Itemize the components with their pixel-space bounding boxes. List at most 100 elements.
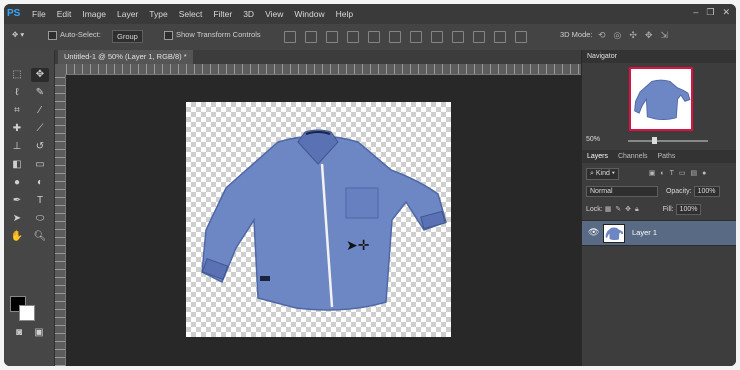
scale-3d-icon[interactable]: ⇲ [661,30,669,41]
menu-select[interactable]: Select [179,9,203,19]
document-canvas[interactable] [186,102,451,337]
orbit-3d-icon[interactable]: ⟲ [598,30,606,41]
align-vcenter-icon[interactable] [305,31,317,43]
checkbox-box[interactable] [164,30,173,40]
menu-items: File Edit Image Layer Type Select Filter… [32,9,353,19]
navigator-panel-tab[interactable]: Navigator [582,50,736,63]
menu-3d[interactable]: 3D [243,9,254,19]
filter-row: ⌕ Kind ▾ ▣◐T▭▤● [586,168,711,180]
filter-icons[interactable]: ▣◐T▭▤● [649,170,712,177]
align-top-icon[interactable] [284,31,296,43]
healing-brush-icon[interactable]: ✚ [8,122,26,136]
shirt-image [201,129,447,311]
options-bar: ✥ ▾ Auto-Select: Group Show Transform Co… [4,24,736,51]
opacity-input[interactable]: 100% [693,186,720,197]
align-hcenter-icon[interactable] [368,31,380,43]
tab-paths[interactable]: Paths [658,153,676,160]
canvas-workspace[interactable]: ➤✛ [66,75,581,366]
slider-thumb[interactable] [652,137,657,144]
background-color-swatch[interactable] [19,305,35,321]
opacity-label: Opacity: [665,188,692,195]
type-icon[interactable]: T [31,194,49,208]
menu-view[interactable]: View [265,9,283,19]
eraser-icon[interactable]: ◧ [8,158,26,172]
menu-image[interactable]: Image [82,9,106,19]
navigator-preview-image [634,79,691,120]
path-select-icon[interactable]: ➤ [8,212,26,226]
document-tab[interactable]: Untitled-1 @ 50% (Layer 1, RGB/8) * [58,50,193,64]
pan-3d-icon[interactable]: ✣ [629,30,637,41]
auto-select-checkbox[interactable]: Auto-Select: [48,30,101,40]
layer-thumbnail [603,224,625,243]
quick-mask-icon[interactable]: ◙ [10,326,28,340]
shape-icon[interactable]: ⬭ [31,212,49,226]
lock-row: Lock: ▦✎✥🔒︎ Fill: 100% [586,204,702,215]
align-bottom-icon[interactable] [326,31,338,43]
menu-window[interactable]: Window [294,9,324,19]
window-controls: – ❐ ✕ [693,7,730,18]
menu-edit[interactable]: Edit [57,9,72,19]
hand-icon[interactable]: ✋ [8,230,26,244]
blur-icon[interactable]: ● [8,176,26,190]
pen-icon[interactable]: ✒ [8,194,26,208]
menu-filter[interactable]: Filter [213,9,232,19]
app-logo: PS [7,8,21,19]
layer-thumbnail-image [605,227,624,241]
show-transform-checkbox[interactable]: Show Transform Controls [164,30,261,40]
eye-icon[interactable]: 👁︎ [588,227,599,238]
distribute-hcenter-icon[interactable] [494,31,506,43]
move-tool-preset-icon[interactable]: ✥ ▾ [12,30,24,39]
restore-icon[interactable]: ❐ [706,7,714,18]
fill-input[interactable]: 100% [675,204,702,215]
distribute-bottom-icon[interactable] [452,31,464,43]
screen-mode-icon[interactable]: ▣ [30,326,48,340]
lock-icons[interactable]: ▦✎✥🔒︎ [605,206,643,213]
close-icon[interactable]: ✕ [722,7,730,18]
right-panel-dock: Navigator 50% Layers Channels Paths ⌕ Ki… [581,50,736,366]
clone-stamp-icon[interactable]: ⊥ [8,140,26,154]
history-brush-icon[interactable]: ↺ [31,140,49,154]
auto-select-value[interactable]: Group [112,30,143,43]
zoom-icon[interactable]: 🔍︎ [31,230,49,244]
distribute-left-icon[interactable] [473,31,485,43]
layer-row[interactable]: 👁︎ Layer 1 [582,220,736,246]
move-cursor-icon: ➤✛ [346,237,370,253]
distribute-top-icon[interactable] [410,31,422,43]
eyedropper-icon[interactable]: ⁄ [31,104,49,118]
tool-grid: ⬚ ✥ ℓ ✎ ⌗ ⁄ ✚ ⟋ ⊥ ↺ ◧ ▭ ● ◐ ✒ T ➤ ⬭ ✋ 🔍︎ [8,68,51,244]
distribute-right-icon[interactable] [515,31,527,43]
menu-file[interactable]: File [32,9,46,19]
align-right-icon[interactable] [389,31,401,43]
align-buttons [284,31,527,43]
minimize-icon[interactable]: – [693,7,698,18]
mode-3d-label: 3D Mode: [560,30,593,39]
quick-select-icon[interactable]: ✎ [31,86,49,100]
tab-channels[interactable]: Channels [618,153,648,160]
navigator-zoom-slider[interactable] [628,137,708,144]
align-left-icon[interactable] [347,31,359,43]
menu-help[interactable]: Help [336,9,353,19]
navigator-thumbnail[interactable] [630,68,692,130]
menu-type[interactable]: Type [149,9,167,19]
move-icon[interactable]: ✥ [31,68,49,82]
blend-mode-dropdown[interactable]: Normal [586,186,658,197]
distribute-vcenter-icon[interactable] [431,31,443,43]
tab-layers[interactable]: Layers [587,153,608,160]
checkbox-box[interactable] [48,30,57,40]
slide-3d-icon[interactable]: ✥ [645,30,653,41]
marquee-icon[interactable]: ⬚ [8,68,26,82]
mode-3d-icons: ⟲ ◎ ✣ ✥ ⇲ [598,30,668,41]
lasso-icon[interactable]: ℓ [8,86,26,100]
auto-select-dropdown[interactable]: Group [112,30,143,43]
kind-filter-dropdown[interactable]: ⌕ Kind ▾ [586,168,619,180]
crop-icon[interactable]: ⌗ [8,104,26,118]
navigator-zoom-value[interactable]: 50% [586,136,600,143]
dodge-icon[interactable]: ◐ [31,176,49,190]
menu-layer[interactable]: Layer [117,9,138,19]
brush-icon[interactable]: ⟋ [31,122,49,136]
roll-3d-icon[interactable]: ◎ [614,30,622,41]
kind-label: Kind [595,170,610,177]
gradient-icon[interactable]: ▭ [31,158,49,172]
layer-name[interactable]: Layer 1 [632,228,657,237]
fill-label: Fill: [662,206,674,213]
